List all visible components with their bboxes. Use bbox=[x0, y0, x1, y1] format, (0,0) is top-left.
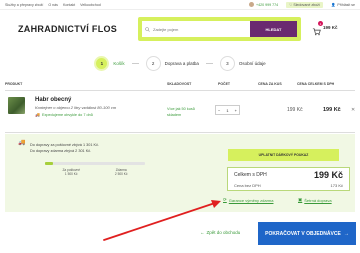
continue-label: POKRAČOVAT V OBJEDNÁVCE bbox=[265, 230, 341, 237]
product-image[interactable] bbox=[8, 97, 25, 114]
user-icon: 👤 bbox=[330, 2, 336, 7]
top-links: Služby a přepravy zboží O nás Kontakt Ve… bbox=[5, 3, 101, 7]
plus-button[interactable]: + bbox=[235, 108, 237, 113]
top-link-wholesale[interactable]: Velkoobchod bbox=[80, 3, 101, 7]
step-label: Doprava a platba bbox=[164, 61, 199, 66]
voucher-button[interactable]: UPLATNIT DÁRKOVÝ POUKAZ bbox=[228, 149, 339, 161]
total-label: Celkem s DPH bbox=[234, 172, 267, 178]
top-right: +420 999 774 ♡ Sledované zboží 👤 Přihlás… bbox=[249, 1, 355, 8]
step-number: 1 bbox=[94, 56, 110, 71]
total-value: 199 Kč bbox=[313, 170, 343, 180]
header-stock: SKLADOVOST bbox=[167, 82, 192, 86]
favorites-label: Sledované zboží bbox=[293, 2, 320, 7]
header-price: CENA ZA KUS bbox=[258, 82, 282, 86]
net-value: 173 Kč bbox=[330, 183, 343, 188]
product-description: Kontejner o objemu 2 litry vzdálost 80-1… bbox=[35, 105, 117, 110]
cart-button[interactable]: 1 199 Kč bbox=[312, 21, 338, 36]
search-button[interactable]: HLEDAT bbox=[250, 21, 297, 37]
back-label: Zpět do obchodu bbox=[206, 230, 241, 235]
header-product: PRODUKT bbox=[5, 82, 23, 86]
free-shipping-line-2: Do dopravy zdarma zbývá 2 301 Kč. bbox=[30, 149, 92, 153]
threshold-2-value: 2 500 Kč bbox=[114, 172, 128, 176]
login-link[interactable]: 👤 Přihlásit se bbox=[331, 3, 355, 7]
exchange-icon: ⟳ bbox=[223, 197, 227, 202]
arrow-left-icon: ← bbox=[200, 230, 205, 235]
step-cart[interactable]: 1 Košík bbox=[94, 56, 125, 71]
cart-badge: 1 bbox=[318, 21, 323, 26]
top-link-about[interactable]: O nás bbox=[48, 3, 58, 7]
favorites-link[interactable]: ♡ Sledované zboží bbox=[286, 1, 323, 8]
truck-icon: 🚚 bbox=[18, 140, 26, 146]
arrow-right-icon: → bbox=[343, 230, 349, 237]
quantity-stepper: − 1 + bbox=[215, 105, 240, 115]
heart-icon: ♡ bbox=[289, 2, 293, 7]
cart-summary: 🚚 Do dopravy za poštovné zbývá 1 301 Kč.… bbox=[5, 134, 355, 212]
total-box: Celkem s DPH 199 Kč Cena bez DPH 173 Kč bbox=[227, 167, 350, 191]
top-bar: Služby a přepravy zboží O nás Kontakt Ve… bbox=[0, 0, 360, 9]
net-label: Cena bez DPH bbox=[234, 183, 261, 188]
product-name[interactable]: Habr obecný bbox=[35, 97, 71, 103]
step-divider bbox=[205, 63, 213, 64]
step-divider bbox=[131, 63, 139, 64]
cart-icon: 1 bbox=[312, 21, 323, 36]
step-label: Košík bbox=[113, 61, 125, 66]
step-number: 3 bbox=[219, 56, 235, 71]
login-label: Přihlásit se bbox=[337, 2, 355, 7]
header-total: CENA CELKEM S DPH bbox=[297, 82, 335, 86]
phone-number: +420 999 774 bbox=[256, 2, 279, 7]
phone-contact[interactable]: +420 999 774 bbox=[249, 2, 278, 7]
threshold-2: Zdarma 2 500 Kč bbox=[115, 168, 128, 176]
search-input[interactable] bbox=[151, 26, 250, 32]
truck-icon: 🚚 bbox=[35, 112, 40, 117]
table-header: PRODUKT SKLADOVOST POČET CENA ZA KUS CEN… bbox=[5, 82, 355, 88]
back-to-shop-link[interactable]: ← Zpět do obchodu bbox=[200, 230, 240, 235]
minus-button[interactable]: − bbox=[218, 108, 220, 113]
divider bbox=[5, 90, 355, 91]
divider bbox=[0, 9, 360, 10]
remove-icon[interactable]: ✕ bbox=[351, 107, 355, 113]
divider bbox=[5, 132, 355, 133]
quantity-value[interactable]: 1 bbox=[226, 108, 228, 113]
threshold-1: Za poštovné 1 500 Kč bbox=[62, 168, 80, 176]
guarantee-label: Garance výměny zdarma bbox=[228, 197, 274, 203]
step-shipping[interactable]: 2 Doprava a platba bbox=[145, 56, 199, 71]
free-shipping-info: 🚚 Do dopravy za poštovné zbývá 1 301 Kč.… bbox=[18, 140, 99, 154]
product-shipping: 🚚 Expedujeme obvykle do 7 dnů bbox=[35, 112, 93, 117]
box-icon: ▣ bbox=[298, 197, 303, 202]
avatar bbox=[249, 2, 255, 7]
step-personal[interactable]: 3 Osobní údaje bbox=[219, 56, 266, 71]
top-link-contact[interactable]: Kontakt bbox=[63, 3, 75, 7]
guarantee-link[interactable]: ⟳ Garance výměny zdarma bbox=[223, 197, 273, 203]
table-row: Habr obecný Kontejner o objemu 2 litry v… bbox=[5, 93, 355, 133]
checkout-steps: 1 Košík 2 Doprava a platba 3 Osobní údaj… bbox=[0, 56, 360, 71]
threshold-1-value: 1 500 Kč bbox=[64, 172, 78, 176]
header-qty: POČET bbox=[218, 82, 231, 86]
step-number: 2 bbox=[145, 56, 161, 71]
cart-price: 199 Kč bbox=[323, 25, 338, 30]
top-link-services[interactable]: Služby a přepravy zboží bbox=[5, 3, 43, 7]
shipping-progress-fill bbox=[45, 162, 53, 165]
step-label: Osobní údaje bbox=[238, 61, 266, 66]
progress-labels: Za poštovné 1 500 Kč Zdarma 2 500 Kč bbox=[45, 168, 145, 176]
shipping-text: Expedujeme obvykle do 7 dnů bbox=[41, 112, 93, 117]
search-box: HLEDAT bbox=[142, 21, 297, 37]
safe-shipping-link[interactable]: ▣ Šetrná doprava bbox=[298, 197, 332, 203]
shipping-progress-bar bbox=[45, 162, 145, 165]
stock-status: Více jak 50 kusů skladem bbox=[167, 107, 195, 117]
unit-price: 199 Kč bbox=[287, 107, 303, 113]
search-bar: HLEDAT bbox=[138, 17, 301, 41]
continue-button[interactable]: POKRAČOVAT V OBJEDNÁVCE → bbox=[258, 222, 356, 245]
logo[interactable]: ZAHRADNICTVÍ FLOS bbox=[18, 24, 117, 34]
row-total: 199 Kč bbox=[323, 107, 341, 113]
safe-shipping-label: Šetrná doprava bbox=[304, 197, 332, 203]
